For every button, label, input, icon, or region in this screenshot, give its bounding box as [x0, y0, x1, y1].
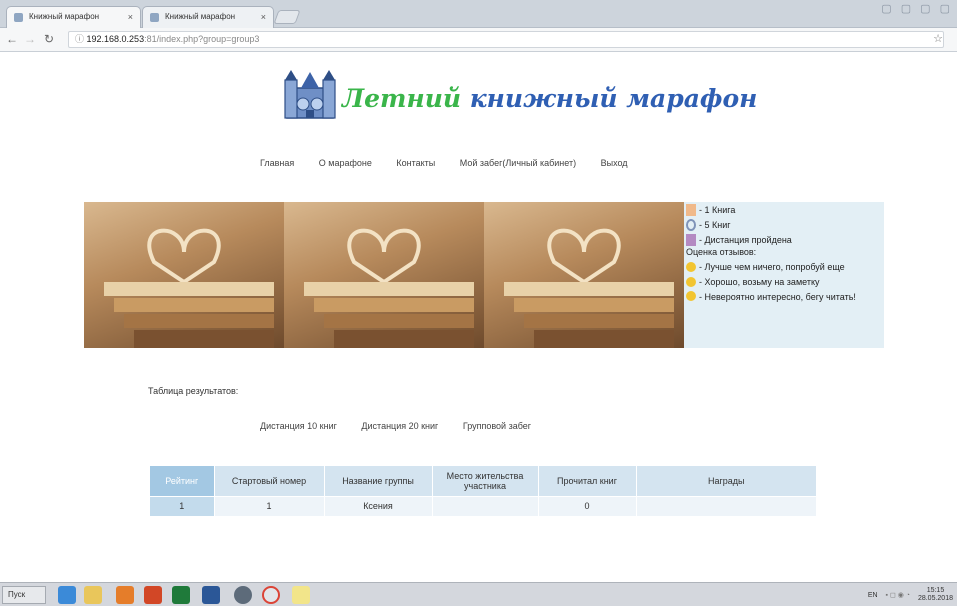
book-heart-photo [84, 202, 284, 348]
window-controls[interactable]: ▢ ▢ ▢ ▢ [881, 2, 953, 15]
close-tab-icon[interactable]: × [128, 7, 133, 27]
legend-text: - Лучше чем ничего, попробуй еще [699, 262, 845, 272]
browser-tab-2[interactable]: Книжный марафон × [142, 6, 274, 28]
os-taskbar: Пуск EN ▪ ◻ ◉ ◔ 15:15 28.05.2018 [0, 582, 957, 606]
results-table: Рейтинг Стартовый номер Название группы … [150, 466, 817, 516]
media-player-icon[interactable] [116, 586, 134, 604]
legend-item: - Лучше чем ничего, попробуй еще [686, 261, 882, 273]
tab-title: Книжный марафон [29, 12, 100, 21]
review-heading: Оценка отзывов: [686, 247, 757, 257]
nav-logout[interactable]: Выход [601, 158, 628, 168]
table-row: 1 1 Ксения 0 [150, 495, 817, 516]
notes-icon[interactable] [292, 586, 310, 604]
column-header[interactable]: Награды [636, 466, 817, 496]
info-icon: ⓘ [75, 34, 87, 44]
legend-item: - 1 Книга [686, 204, 882, 216]
app-icon[interactable] [234, 586, 252, 604]
results-title: Таблица результатов: [148, 386, 239, 396]
tab-distance-10[interactable]: Дистанция 10 книг [260, 421, 337, 431]
legend-text: - Дистанция пройдена [699, 235, 792, 245]
start-button[interactable]: Пуск [2, 586, 46, 604]
forward-arrow-icon[interactable]: → [24, 32, 36, 46]
word-icon[interactable] [202, 586, 220, 604]
table-cell: 0 [538, 495, 637, 516]
tab-group-race[interactable]: Групповой забег [463, 421, 531, 431]
table-cell [432, 495, 539, 516]
ie-icon[interactable] [58, 586, 76, 604]
start-label: Пуск [8, 590, 26, 599]
reload-icon[interactable]: ↻ [44, 32, 54, 46]
tab-distance-20[interactable]: Дистанция 20 книг [361, 421, 438, 431]
tab-title: Книжный марафон [165, 12, 236, 21]
favicon-icon [14, 13, 23, 22]
smiley-happy-icon [686, 291, 696, 301]
table-cell: 1 [150, 495, 215, 516]
table-header-row: Рейтинг Стартовый номер Название группы … [150, 466, 817, 496]
tray-icons[interactable]: ▪ ◻ ◉ ◔ [886, 592, 910, 599]
table-cell: 1 [214, 495, 325, 516]
folder-icon[interactable] [84, 586, 102, 604]
legend-item: - Невероятно интересно, бегу читать! [686, 291, 882, 303]
medal-icon [686, 219, 696, 231]
column-header[interactable]: Рейтинг [150, 466, 215, 496]
back-arrow-icon[interactable]: ← [6, 32, 18, 46]
distance-tabs: Дистанция 10 книг Дистанция 20 книг Груп… [260, 421, 553, 431]
clock[interactable]: 15:15 28.05.2018 [918, 587, 953, 603]
main-nav: Главная О марафоне Контакты Мой забег(Ли… [260, 158, 650, 168]
powerpoint-icon[interactable] [144, 586, 162, 604]
column-header[interactable]: Стартовый номер [214, 466, 325, 496]
smiley-meh-icon [686, 262, 696, 272]
site-title-part2: книжный марафон [469, 84, 758, 113]
browser-tab-bar: Книжный марафон × Книжный марафон × ▢ ▢ … [0, 0, 957, 28]
castle-logo-icon [284, 70, 336, 119]
legend-item: - 5 Книг [686, 219, 882, 231]
language-indicator[interactable]: EN [868, 592, 878, 599]
system-tray: EN ▪ ◻ ◉ ◔ 15:15 28.05.2018 [868, 587, 953, 603]
table-cell: Ксения [324, 495, 433, 516]
book-heart-photo [484, 202, 684, 348]
nav-home[interactable]: Главная [260, 158, 294, 168]
clock-time: 15:15 [926, 587, 945, 594]
column-header[interactable]: Название группы [324, 466, 433, 496]
legend-text: - 1 Книга [699, 205, 736, 215]
browser-tab-1[interactable]: Книжный марафон × [6, 6, 141, 28]
favicon-icon [150, 13, 159, 22]
new-tab-button[interactable] [273, 10, 301, 24]
legend-text: - Хорошо, возьму на заметку [699, 277, 820, 287]
book-heart-photo [284, 202, 484, 348]
trophy-icon [686, 234, 696, 246]
legend-text: - 5 Книг [699, 220, 731, 230]
smiley-cool-icon [686, 277, 696, 287]
clock-date: 28.05.2018 [917, 595, 953, 602]
url-host: 192.168.0.253 [86, 34, 145, 44]
awards-legend: - 1 Книга - 5 Книг - Дистанция пройдена … [684, 202, 884, 348]
excel-icon[interactable] [172, 586, 190, 604]
close-tab-icon[interactable]: × [261, 7, 266, 27]
nav-my-race[interactable]: Мой забег(Личный кабинет) [460, 158, 576, 168]
nav-contacts[interactable]: Контакты [396, 158, 435, 168]
bookmark-star-icon[interactable]: ☆ [933, 32, 943, 45]
url-path: :81/index.php?group=group3 [144, 34, 260, 44]
site-title: Летний книжный марафон [342, 84, 757, 113]
legend-text: - Невероятно интересно, бегу читать! [699, 292, 856, 302]
book-icon [686, 204, 696, 216]
address-bar: ← → ↻ ⓘ 192.168.0.253:81/index.php?group… [0, 28, 957, 52]
column-header[interactable]: Прочитал книг [538, 466, 637, 496]
nav-about[interactable]: О марафоне [319, 158, 372, 168]
site-title-part1: Летний [342, 84, 462, 113]
column-header[interactable]: Место жительства участника [432, 466, 539, 496]
legend-item: - Дистанция пройдена [686, 234, 882, 246]
chrome-icon[interactable] [262, 586, 280, 604]
table-cell [636, 495, 817, 516]
legend-item: - Хорошо, возьму на заметку [686, 276, 882, 288]
url-input[interactable]: ⓘ 192.168.0.253:81/index.php?group=group… [68, 31, 944, 48]
